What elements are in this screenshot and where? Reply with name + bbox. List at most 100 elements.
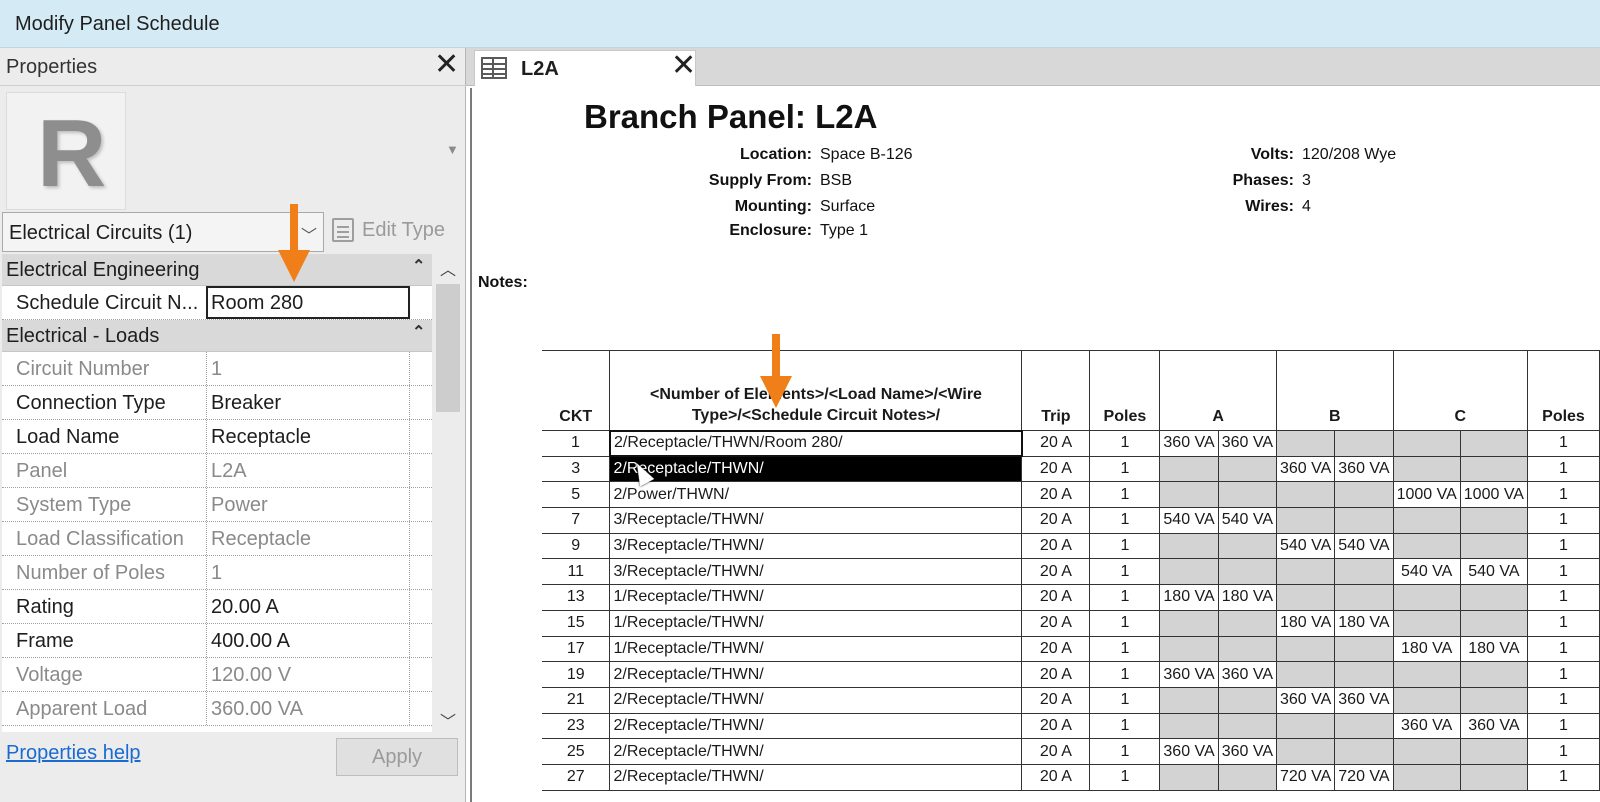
property-value-cell[interactable]: 20.00 A bbox=[206, 590, 410, 623]
circuit-description-cell[interactable]: 3/Receptacle/THWN/ bbox=[609, 558, 1023, 586]
trip-cell[interactable]: 20 A bbox=[1021, 763, 1091, 791]
poles-cell[interactable]: 1 bbox=[1089, 686, 1161, 714]
supply-from-value[interactable]: BSB bbox=[820, 172, 852, 190]
phases-value[interactable]: 3 bbox=[1302, 172, 1311, 190]
poles-cell-right[interactable]: 1 bbox=[1526, 661, 1600, 688]
table-row[interactable]: 3 2/Receptacle/THWN/20 A 1 360 VA 360 VA 1 bbox=[542, 455, 1600, 483]
trip-cell[interactable]: 20 A bbox=[1021, 532, 1091, 560]
circuit-description-cell[interactable]: 3/Receptacle/THWN/ bbox=[609, 532, 1023, 560]
poles-cell-right[interactable]: 1 bbox=[1526, 455, 1600, 483]
group-electrical-engineering[interactable]: Electrical Engineering ⌃ bbox=[2, 254, 432, 286]
trip-cell[interactable]: 20 A bbox=[1021, 661, 1091, 688]
poles-cell[interactable]: 1 bbox=[1089, 635, 1161, 663]
circuit-description-cell[interactable]: 1/Receptacle/THWN/ bbox=[609, 584, 1023, 611]
poles-cell-right[interactable]: 1 bbox=[1526, 738, 1600, 765]
scrollbar-thumb[interactable] bbox=[436, 284, 460, 412]
table-row[interactable]: 9 3/Receptacle/THWN/20 A 1 540 VA 540 VA 1 bbox=[542, 532, 1600, 560]
table-row[interactable]: 13 1/Receptacle/THWN/20 A 1 180 VA 180 VA 1 bbox=[542, 584, 1600, 611]
type-dropdown-arrow-icon[interactable]: ▼ bbox=[446, 142, 459, 157]
group-electrical-loads[interactable]: Electrical - Loads ⌃ bbox=[2, 320, 432, 352]
table-row[interactable]: 11 3/Receptacle/THWN/20 A 1 540 VA 540 VA 1 bbox=[542, 558, 1600, 586]
table-row[interactable]: 25 2/Receptacle/THWN/20 A 1 360 VA 360 VA 1 bbox=[542, 738, 1600, 765]
trip-cell[interactable]: 20 A bbox=[1021, 507, 1091, 534]
poles-cell-right[interactable]: 1 bbox=[1526, 763, 1600, 791]
property-row-load-classification[interactable]: Load Classification Receptacle bbox=[2, 522, 432, 556]
trip-cell[interactable]: 20 A bbox=[1021, 635, 1091, 663]
trip-cell[interactable]: 20 A bbox=[1021, 609, 1091, 637]
poles-cell[interactable]: 1 bbox=[1089, 507, 1161, 534]
trip-cell[interactable]: 20 A bbox=[1021, 481, 1091, 509]
location-value[interactable]: Space B-126 bbox=[820, 146, 913, 164]
property-value-cell[interactable]: 400.00 A bbox=[206, 624, 410, 657]
enclosure-value[interactable]: Type 1 bbox=[820, 222, 868, 240]
property-value-cell[interactable]: Receptacle bbox=[206, 420, 410, 453]
poles-cell[interactable]: 1 bbox=[1089, 481, 1161, 509]
poles-cell[interactable]: 1 bbox=[1089, 430, 1161, 457]
poles-cell[interactable]: 1 bbox=[1089, 532, 1161, 560]
table-row[interactable]: 21 2/Receptacle/THWN/20 A 1 360 VA 360 VA 1 bbox=[542, 686, 1600, 714]
trip-cell[interactable]: 20 A bbox=[1021, 738, 1091, 765]
schedule-circuit-notes-input[interactable]: Room 280 bbox=[206, 286, 410, 319]
collapse-icon[interactable]: ⌃ bbox=[412, 322, 425, 342]
circuit-description-cell[interactable]: 3/Receptacle/THWN/ bbox=[609, 507, 1023, 534]
property-row-circuit-number[interactable]: Circuit Number 1 bbox=[2, 352, 432, 386]
poles-cell-right[interactable]: 1 bbox=[1526, 686, 1600, 714]
poles-cell[interactable]: 1 bbox=[1089, 558, 1161, 586]
property-row-schedule-circuit-notes[interactable]: Schedule Circuit N... Room 280 bbox=[2, 286, 432, 320]
poles-cell[interactable]: 1 bbox=[1089, 609, 1161, 637]
collapse-icon[interactable]: ⌃ bbox=[412, 256, 425, 276]
scroll-down-icon[interactable]: ﹀ bbox=[440, 708, 456, 732]
poles-cell-right[interactable]: 1 bbox=[1526, 532, 1600, 560]
poles-cell-right[interactable]: 1 bbox=[1526, 430, 1600, 457]
trip-cell[interactable]: 20 A bbox=[1021, 686, 1091, 714]
property-row-voltage[interactable]: Voltage 120.00 V bbox=[2, 658, 432, 692]
property-row-system-type[interactable]: System Type Power bbox=[2, 488, 432, 522]
table-row[interactable]: 1 2/Receptacle/THWN/Room 280/20 A 1 360 VA 3… bbox=[542, 429, 1600, 458]
trip-cell[interactable]: 20 A bbox=[1021, 712, 1091, 740]
trip-cell[interactable]: 20 A bbox=[1021, 455, 1091, 483]
column-header-description[interactable]: <Number of Elements>/<Load Name>/<Wire T… bbox=[609, 350, 1023, 431]
circuit-description-cell[interactable]: 2/Receptacle/THWN/ bbox=[609, 763, 1023, 791]
type-selector-dropdown[interactable]: Electrical Circuits (1) ﹀ bbox=[2, 212, 324, 252]
table-row[interactable]: 15 1/Receptacle/THWN/20 A 1 180 VA 180 VA 1 bbox=[542, 609, 1600, 637]
poles-cell-right[interactable]: 1 bbox=[1526, 609, 1600, 637]
properties-help-link[interactable]: Properties help bbox=[6, 742, 141, 765]
trip-cell[interactable]: 20 A bbox=[1021, 584, 1091, 611]
circuit-description-cell[interactable]: 2/Receptacle/THWN/ bbox=[609, 686, 1023, 714]
close-icon[interactable]: ✕ bbox=[434, 50, 459, 80]
poles-cell[interactable]: 1 bbox=[1089, 712, 1161, 740]
wires-value[interactable]: 4 bbox=[1302, 198, 1311, 216]
poles-cell-right[interactable]: 1 bbox=[1526, 584, 1600, 611]
properties-scrollbar[interactable]: ︿ ﹀ bbox=[434, 254, 462, 732]
property-row-number-of-poles[interactable]: Number of Poles 1 bbox=[2, 556, 432, 590]
circuit-description-cell[interactable]: 2/Power/THWN/ bbox=[609, 481, 1023, 509]
trip-cell[interactable]: 20 A bbox=[1021, 430, 1091, 457]
poles-cell-right[interactable]: 1 bbox=[1526, 558, 1600, 586]
tab-l2a[interactable]: L2A ✕ bbox=[474, 50, 696, 86]
poles-cell-right[interactable]: 1 bbox=[1526, 507, 1600, 534]
table-row[interactable]: 17 1/Receptacle/THWN/20 A 1 180 VA 180 VA 1 bbox=[542, 635, 1600, 663]
circuit-description-cell[interactable]: 2/Receptacle/THWN/ bbox=[609, 738, 1023, 765]
table-row[interactable]: 7 3/Receptacle/THWN/20 A 1 540 VA 540 VA 1 bbox=[542, 507, 1600, 534]
circuit-description-cell[interactable]: 1/Receptacle/THWN/ bbox=[609, 635, 1023, 663]
poles-cell[interactable]: 1 bbox=[1089, 738, 1161, 765]
apply-button[interactable]: Apply bbox=[336, 738, 458, 776]
table-row[interactable]: 19 2/Receptacle/THWN/20 A 1 360 VA 360 VA 1 bbox=[542, 661, 1600, 688]
property-row-rating[interactable]: Rating 20.00 A bbox=[2, 590, 432, 624]
poles-cell[interactable]: 1 bbox=[1089, 455, 1161, 483]
table-row[interactable]: 23 2/Receptacle/THWN/20 A 1 360 VA 360 VA 1 bbox=[542, 712, 1600, 740]
property-value-cell[interactable]: Breaker bbox=[206, 386, 410, 419]
property-row-frame[interactable]: Frame 400.00 A bbox=[2, 624, 432, 658]
circuit-description-cell[interactable]: 2/Receptacle/THWN/Room 280/ bbox=[608, 429, 1023, 458]
poles-cell[interactable]: 1 bbox=[1089, 661, 1161, 688]
property-row-apparent-load[interactable]: Apparent Load 360.00 VA bbox=[2, 692, 432, 726]
property-row-load-name[interactable]: Load Name Receptacle bbox=[2, 420, 432, 454]
property-row-panel[interactable]: Panel L2A bbox=[2, 454, 432, 488]
circuit-description-cell[interactable]: 2/Receptacle/THWN/ bbox=[609, 455, 1023, 483]
trip-cell[interactable]: 20 A bbox=[1021, 558, 1091, 586]
poles-cell-right[interactable]: 1 bbox=[1526, 635, 1600, 663]
circuit-description-cell[interactable]: 2/Receptacle/THWN/ bbox=[609, 712, 1023, 740]
scroll-up-icon[interactable]: ︿ bbox=[440, 256, 456, 280]
circuit-description-cell[interactable]: 2/Receptacle/THWN/ bbox=[609, 661, 1023, 688]
poles-cell[interactable]: 1 bbox=[1089, 584, 1161, 611]
